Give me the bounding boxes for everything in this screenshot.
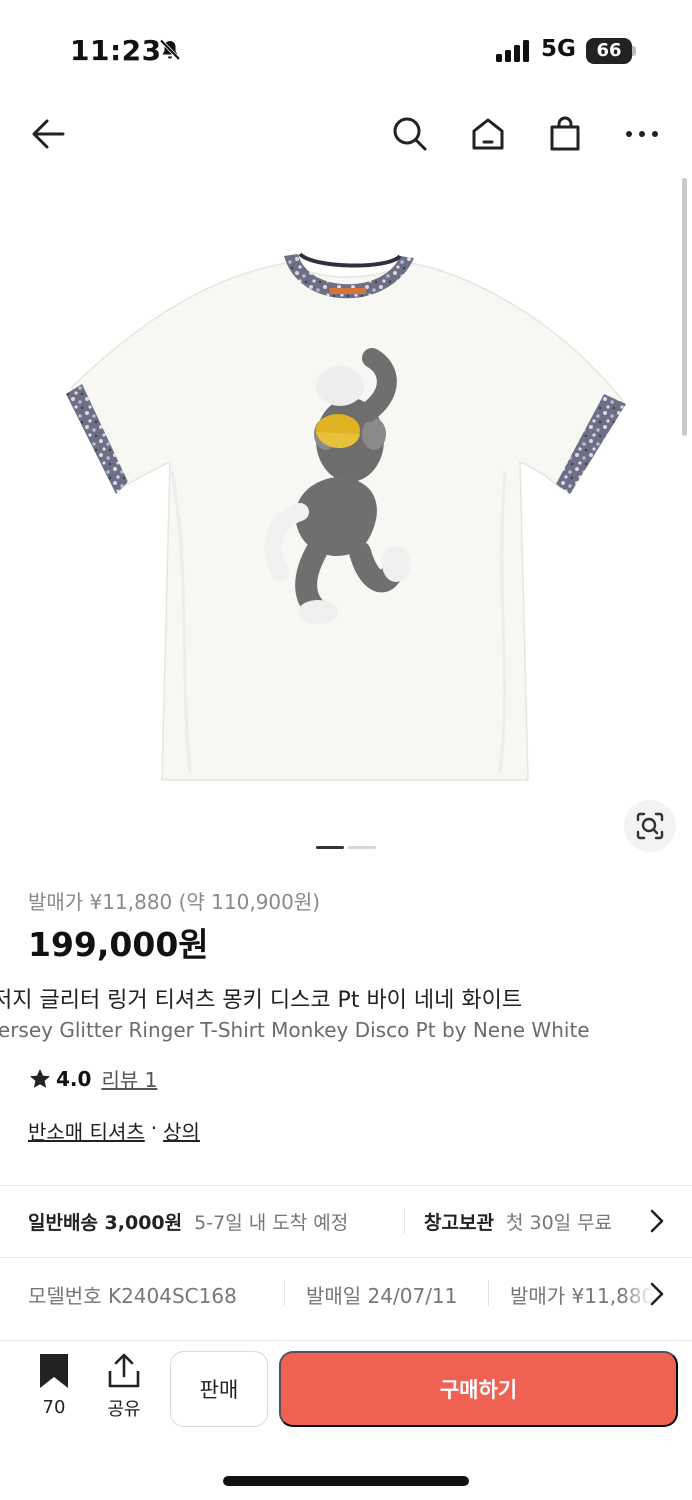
product-title-korean: 저지 글리터 링거 티셔츠 몽키 디스코 Pt 바이 네네 화이트 (0, 988, 523, 1013)
shipping-eta: 5-7일 내 도착 예정 (194, 1212, 349, 1234)
buy-button[interactable]: 구매하기 (279, 1351, 678, 1427)
top-nav (0, 100, 692, 170)
shipping-row[interactable]: 일반배송 3,000원 5-7일 내 도착 예정 창고보관 첫 30일 무료 (0, 1186, 692, 1256)
vertical-separator (284, 1280, 285, 1306)
product-image-carousel[interactable] (0, 172, 692, 872)
storage-label: 창고보관 (424, 1212, 494, 1234)
status-bar: 11:23 5G 66 (0, 0, 692, 100)
sell-button[interactable]: 판매 (170, 1351, 268, 1427)
breadcrumb: 반소매 티셔츠 · 상의 (28, 1116, 200, 1145)
arrow-left-icon (32, 119, 65, 149)
battery-icon: 66 (586, 38, 632, 64)
chevron-right-icon[interactable] (648, 1280, 666, 1308)
star-icon (30, 1068, 50, 1088)
model-number: 모델번호 K2404SC168 (28, 1284, 237, 1308)
bookmark-count: 70 (42, 1397, 66, 1418)
shopping-bag-icon (550, 116, 580, 151)
cart-button[interactable] (541, 110, 589, 158)
rating-score: 4.0 (56, 1066, 92, 1091)
share-icon (108, 1353, 140, 1388)
network-label: 5G (541, 36, 576, 62)
product-image (66, 252, 626, 781)
release-price: 발매가 ¥11,880 (약 110,900원) (28, 890, 321, 914)
vertical-separator (488, 1280, 489, 1306)
home-icon (472, 118, 504, 150)
bell-muted-icon (158, 38, 182, 66)
page-scrollbar[interactable] (682, 178, 687, 436)
share-button[interactable]: 공유 (102, 1353, 146, 1421)
search-icon (393, 117, 427, 151)
signal-icon (496, 40, 532, 66)
more-horizontal-icon (626, 131, 658, 137)
more-button[interactable] (618, 110, 666, 158)
storage-info: 창고보관 첫 30일 무료 (424, 1208, 612, 1235)
current-price: 199,000원 (28, 925, 209, 964)
carousel-indicator (316, 846, 376, 849)
share-label: 공유 (107, 1399, 141, 1420)
product-title-english: Jersey Glitter Ringer T-Shirt Monkey Dis… (0, 1018, 590, 1042)
back-button[interactable] (24, 110, 72, 158)
shipping-label: 일반배송 3,000원 (28, 1212, 183, 1234)
release-date: 발매일 24/07/11 (306, 1284, 458, 1308)
storage-note: 첫 30일 무료 (505, 1212, 613, 1234)
rating: 4.0 리뷰 1 (28, 1064, 157, 1093)
lens-search-icon (636, 812, 664, 840)
carousel-dot-1[interactable] (316, 846, 344, 849)
category-link-tshirts[interactable]: 반소매 티셔츠 (28, 1116, 145, 1145)
home-button[interactable] (464, 110, 512, 158)
category-link-tops[interactable]: 상의 (163, 1116, 200, 1145)
shipping-info: 일반배송 3,000원 5-7일 내 도착 예정 (28, 1208, 348, 1235)
image-search-button[interactable] (624, 800, 676, 852)
carousel-dot-2[interactable] (348, 846, 376, 849)
chevron-right-icon[interactable] (648, 1207, 666, 1235)
status-time: 11:23 (70, 34, 162, 67)
bookmark-button[interactable]: 70 (34, 1353, 74, 1418)
home-indicator[interactable] (223, 1476, 469, 1486)
product-meta-row[interactable]: 모델번호 K2404SC168 발매일 24/07/11 발매가 ¥11,880 (0, 1258, 692, 1330)
category-separator: · (150, 1116, 158, 1140)
search-button[interactable] (386, 110, 434, 158)
bookmark-icon (40, 1354, 68, 1388)
vertical-separator (404, 1208, 405, 1234)
review-link[interactable]: 리뷰 1 (101, 1064, 157, 1093)
battery-cap (632, 46, 636, 56)
